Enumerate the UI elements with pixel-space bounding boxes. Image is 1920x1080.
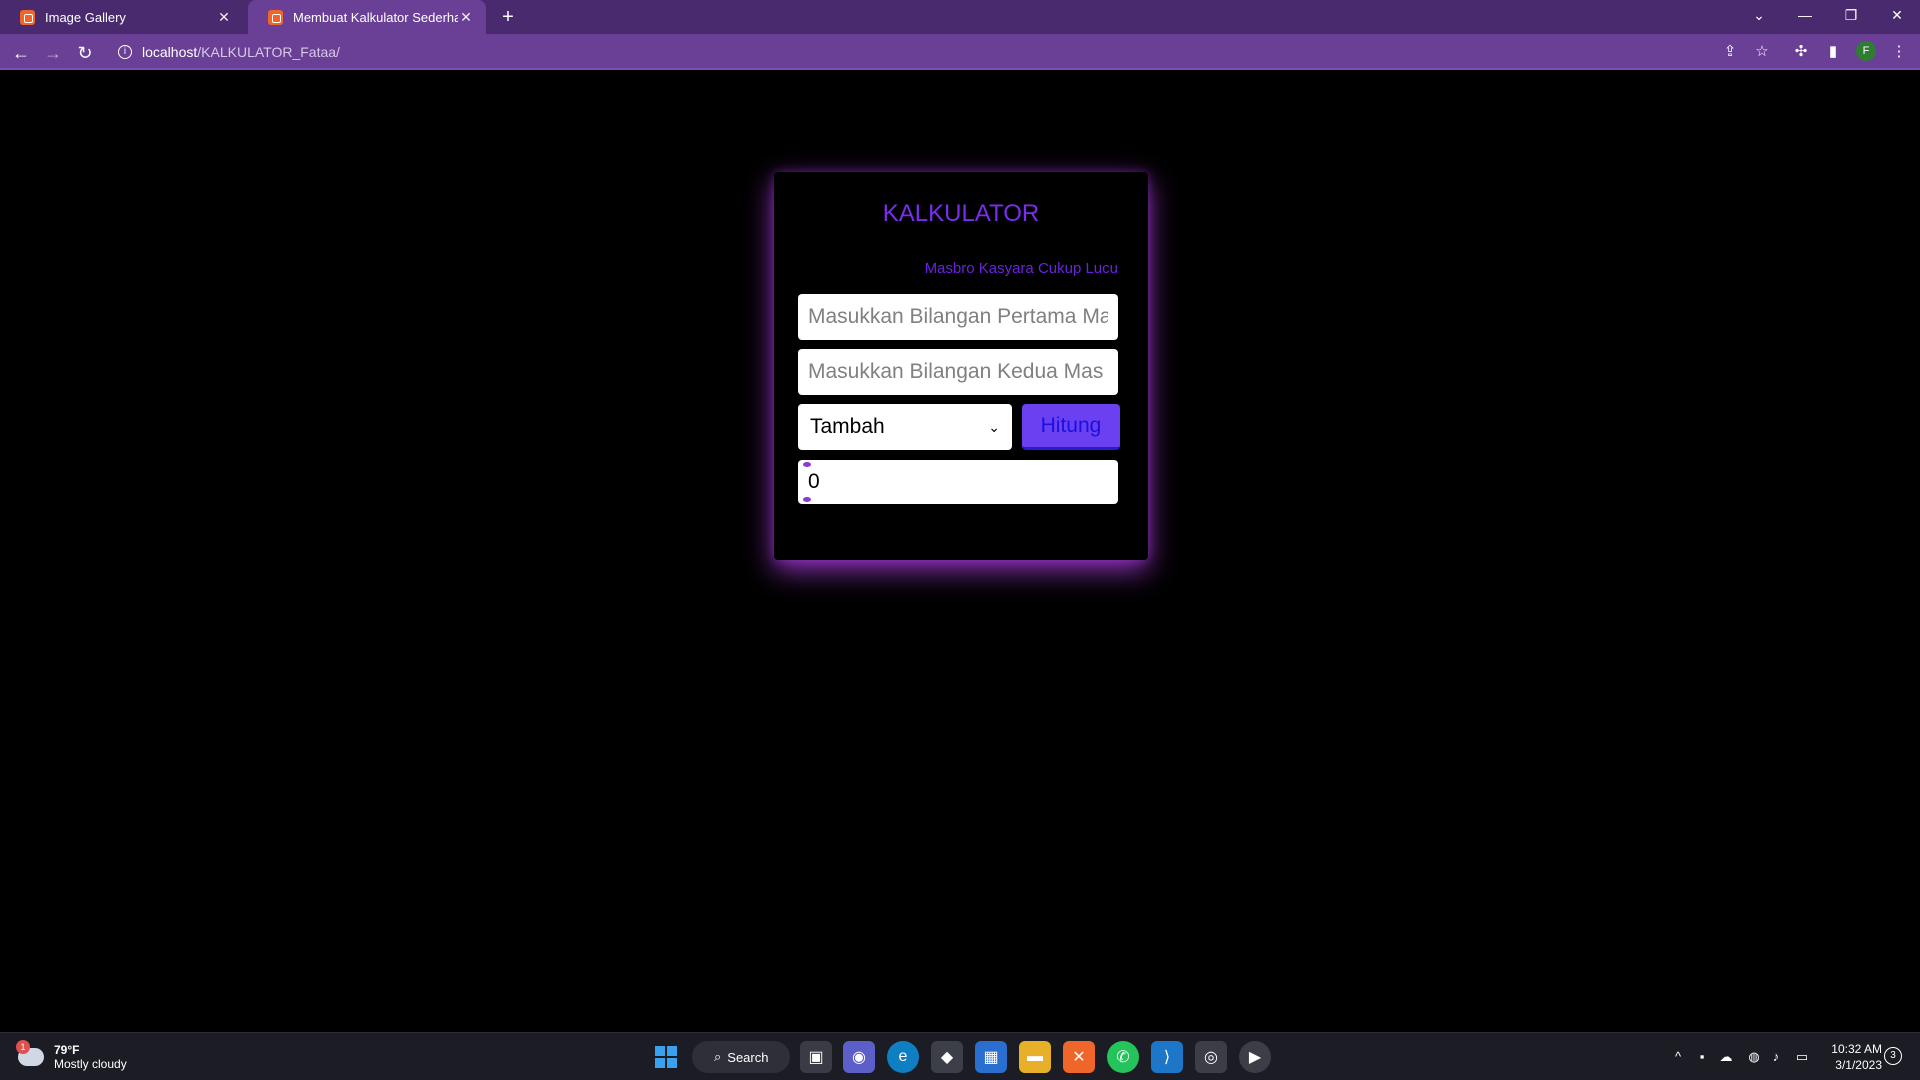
close-icon[interactable]: ✕ [216,9,232,26]
operation-select[interactable]: Tambah ⌄ [798,404,1012,450]
close-icon[interactable]: ✕ [458,9,474,26]
star-icon[interactable]: ☆ [1752,42,1772,62]
calculate-button[interactable]: Hitung [1022,404,1120,450]
extensions-icon[interactable]: ✣ [1791,42,1811,62]
search-label: Search [727,1049,769,1065]
address-bar[interactable]: i localhost/KALKULATOR_Fataa/ [108,38,1798,66]
globe-icon[interactable]: ◍ [1744,1047,1764,1067]
task-view-icon[interactable]: ▣ [800,1041,832,1073]
weather-desc: Mostly cloudy [54,1057,127,1071]
weather-widget[interactable]: 1 79°F Mostly cloudy [16,1039,127,1075]
clock-date: 3/1/2023 [1835,1058,1882,1072]
clock[interactable]: 10:32 AM 3/1/2023 [1822,1041,1882,1073]
xampp-icon[interactable]: ✕ [1063,1041,1095,1073]
back-icon[interactable]: ← [8,40,34,66]
tab-kalkulator[interactable]: Membuat Kalkulator Sederhana I ✕ [248,0,486,34]
browser-toolbar: ← → ↻ i localhost/KALKULATOR_Fataa/ ⇪ ☆ … [0,34,1920,70]
notification-badge[interactable]: 3 [1884,1047,1902,1065]
url-path: /KALKULATOR_Fataa/ [197,44,340,60]
volume-icon[interactable]: ♪ [1766,1047,1786,1067]
avatar[interactable]: F [1856,41,1876,61]
reload-icon[interactable]: ↻ [72,40,98,66]
app-tray-icon[interactable]: ▪ [1692,1047,1712,1067]
plus-icon[interactable]: + [496,5,520,29]
search-icon: ⌕ [714,1049,722,1064]
page-title: KALKULATOR [882,200,1040,227]
tab-image-gallery[interactable]: Image Gallery ✕ [0,0,244,34]
clock-time: 10:32 AM [1831,1042,1882,1056]
operation-selected: Tambah [810,415,885,438]
restore-icon[interactable]: ❐ [1828,0,1874,30]
calculator-card: KALKULATOR Masbro Kasyara Cukup Lucu Tam… [774,172,1148,560]
unity-icon[interactable]: ◆ [931,1041,963,1073]
chrome-icon[interactable]: ◎ [1195,1041,1227,1073]
whatsapp-icon[interactable]: ✆ [1107,1041,1139,1073]
taskbar: 1 79°F Mostly cloudy ⌕ Search ▣ ◉ e ◆ ▦ … [0,1032,1920,1080]
page-content: KALKULATOR Masbro Kasyara Cukup Lucu Tam… [0,72,1920,1032]
cloud-icon: 1 [16,1040,44,1066]
tab-title: Image Gallery [45,9,126,25]
battery-icon[interactable]: ▭ [1792,1047,1812,1067]
store-icon[interactable]: ▦ [975,1041,1007,1073]
start-icon[interactable] [650,1041,682,1073]
result-field[interactable]: 0 [798,460,1118,504]
windows-logo-icon [655,1046,677,1068]
spin-down-icon[interactable] [803,497,811,502]
file-explorer-icon[interactable]: ▬ [1019,1041,1051,1073]
side-panel-icon[interactable]: ▮ [1823,42,1843,62]
tab-search-icon[interactable]: ⌄ [1736,0,1782,30]
first-number-input[interactable] [798,294,1118,340]
search-button[interactable]: ⌕ Search [692,1041,790,1073]
share-icon[interactable]: ⇪ [1720,42,1740,62]
media-player-icon[interactable]: ▶ [1239,1041,1271,1073]
result-value: 0 [808,470,820,493]
weather-badge: 1 [16,1040,30,1054]
minimize-icon[interactable]: — [1782,0,1828,30]
second-number-input[interactable] [798,349,1118,395]
teams-icon[interactable]: ◉ [843,1041,875,1073]
chevron-up-icon[interactable]: ^ [1668,1047,1688,1067]
vscode-icon[interactable]: ⟩ [1151,1041,1183,1073]
url-host: localhost [142,44,198,60]
tab-title: Membuat Kalkulator Sederhana I [293,9,458,25]
xampp-icon [268,9,283,25]
xampp-icon [20,9,35,25]
subtitle: Masbro Kasyara Cukup Lucu [924,260,1118,277]
onedrive-icon[interactable]: ☁ [1716,1047,1736,1067]
spin-up-icon[interactable] [803,462,811,467]
forward-icon[interactable]: → [40,40,66,66]
edge-icon[interactable]: e [887,1041,919,1073]
info-icon[interactable]: i [118,45,132,59]
menu-icon[interactable]: ⋮ [1889,42,1909,62]
weather-temp: 79°F [54,1043,80,1057]
close-window-icon[interactable]: ✕ [1874,0,1920,30]
tab-strip: Image Gallery ✕ Membuat Kalkulator Seder… [0,0,1920,34]
chevron-down-icon: ⌄ [988,418,1000,435]
